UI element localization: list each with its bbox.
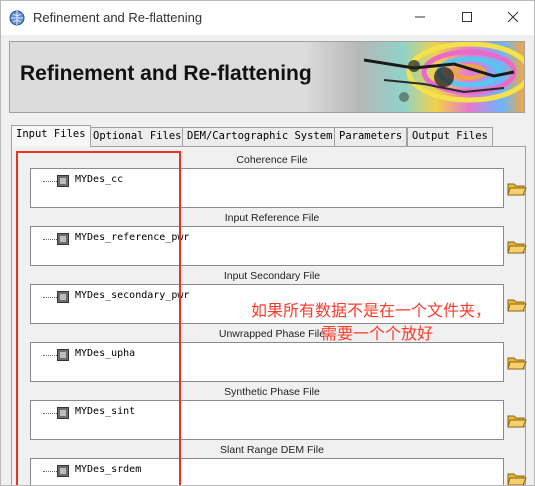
annotation-highlight-box [16,151,181,485]
maximize-icon [462,12,472,22]
folder-open-icon[interactable] [506,236,528,256]
minimize-icon [415,16,425,18]
tab-output-files[interactable]: Output Files [407,127,493,147]
tab-optional-files[interactable]: Optional Files [88,127,187,147]
maximize-button[interactable] [444,1,490,33]
tab-parameters[interactable]: Parameters [334,127,408,147]
interferogram-image [304,42,524,112]
window-title: Refinement and Re-flattening [33,10,203,25]
annotation-line-1: 如果所有数据不是在一个文件夹， [251,301,492,320]
folder-open-icon[interactable] [506,352,528,372]
annotation-note: 如果所有数据不是在一个文件夹， 需要一个个放好 [251,299,531,345]
header-banner: Refinement and Re-flattening [9,41,525,113]
folder-open-icon[interactable] [506,178,528,198]
title-bar: Refinement and Re-flattening [1,1,534,35]
tab-dem-cartographic-system[interactable]: DEM/Cartographic System [182,127,338,147]
folder-open-icon[interactable] [506,468,528,486]
banner-title: Refinement and Re-flattening [20,62,312,85]
close-button[interactable] [490,1,534,33]
tab-input-files[interactable]: Input Files [11,125,91,147]
minimize-button[interactable] [397,1,443,33]
tab-bar: Input Files Optional Files DEM/Cartograp… [11,125,531,147]
folder-open-icon[interactable] [506,410,528,430]
close-icon [507,11,519,23]
annotation-line-2: 需要一个个放好 [321,324,434,343]
app-globe-icon [9,10,25,26]
dialog-window: Refinement and Re-flattening Refinement … [0,0,535,486]
